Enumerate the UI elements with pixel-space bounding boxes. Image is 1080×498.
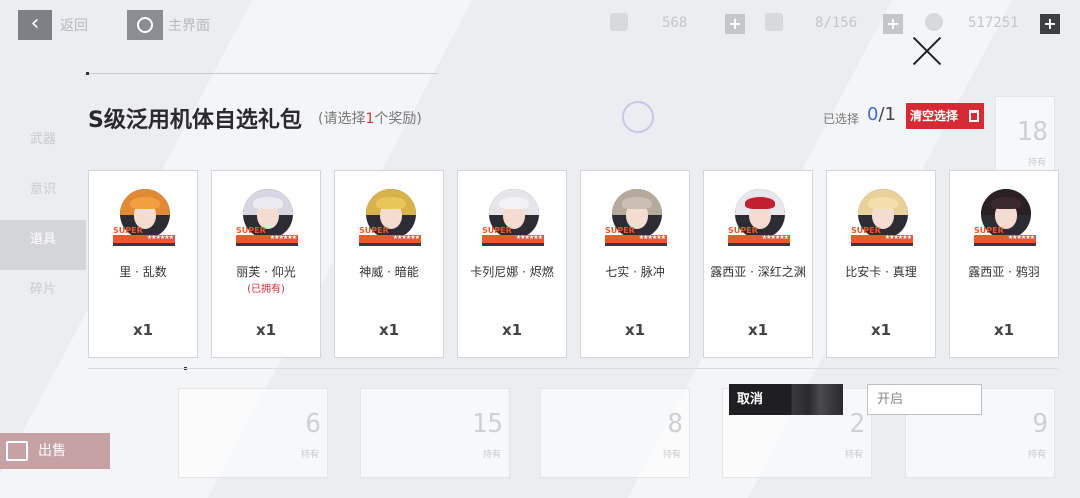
rank-label: SUPER <box>113 226 143 235</box>
rank-underline <box>851 243 913 246</box>
clear-selection-button[interactable]: 清空选择 <box>906 103 984 129</box>
card-quantity: x1 <box>255 321 277 339</box>
reward-card[interactable]: SUPER ★★★★★★ 丽芙 · 仰光 (已拥有) x1 <box>211 170 321 358</box>
card-name: 里 · 乱数 <box>119 265 167 279</box>
rank-tag: SUPER ★★★★★★ <box>605 226 667 246</box>
close-icon[interactable] <box>910 34 944 68</box>
dialog-title: S级泛用机体自选礼包 <box>88 108 302 133</box>
card-name: 露西亚 · 鸦羽 <box>968 265 1040 279</box>
portrait-bang <box>868 197 898 209</box>
rank-label: SUPER <box>605 226 635 235</box>
portrait-bang <box>991 197 1021 209</box>
rank-label: SUPER <box>236 226 266 235</box>
character-avatar: SUPER ★★★★★★ <box>359 189 421 251</box>
card-quantity: x1 <box>501 321 523 339</box>
reward-card[interactable]: SUPER ★★★★★★ 露西亚 · 深红之渊 x1 <box>703 170 813 358</box>
selected-current: 0 <box>867 104 879 125</box>
rank-label: SUPER <box>851 226 881 235</box>
reward-card[interactable]: SUPER ★★★★★★ 卡列尼娜 · 烬燃 x1 <box>457 170 567 358</box>
gift-pack-dialog: S级泛用机体自选礼包 (请选择1个奖励) 已选择 0/1 清空选择 SUPER ★… <box>0 0 1080 498</box>
rank-stars: ★★★★★★ <box>515 234 543 241</box>
rank-tag: SUPER ★★★★★★ <box>851 226 913 246</box>
selected-total: /1 <box>878 104 896 125</box>
card-quantity: x1 <box>624 321 646 339</box>
rank-stars: ★★★★★★ <box>638 234 666 241</box>
rank-label: SUPER <box>728 226 758 235</box>
card-quantity: x1 <box>132 321 154 339</box>
card-name: 丽芙 · 仰光 <box>236 265 296 279</box>
rank-tag: SUPER ★★★★★★ <box>359 226 421 246</box>
rank-tag: SUPER ★★★★★★ <box>728 226 790 246</box>
card-name: 比安卡 · 真理 <box>845 265 917 279</box>
dialog-hint: (请选择1个奖励) <box>318 108 422 128</box>
reward-card-list: SUPER ★★★★★★ 里 · 乱数 x1 SUPER ★★★★★★ 丽芙 · 仰光 (已拥… <box>88 170 1080 358</box>
selected-count: 0/1 <box>867 104 896 125</box>
reward-card[interactable]: SUPER ★★★★★★ 神威 · 暗能 x1 <box>334 170 444 358</box>
rank-label: SUPER <box>974 226 1004 235</box>
reward-card[interactable]: SUPER ★★★★★★ 七实 · 脉冲 x1 <box>580 170 690 358</box>
rank-label: SUPER <box>359 226 389 235</box>
rank-stars: ★★★★★★ <box>392 234 420 241</box>
card-owned-status: (已拥有) <box>247 284 285 295</box>
card-name: 神威 · 暗能 <box>359 265 419 279</box>
rank-tag: SUPER ★★★★★★ <box>236 226 298 246</box>
character-avatar: SUPER ★★★★★★ <box>236 189 298 251</box>
portrait-bang <box>253 197 283 209</box>
portrait-bang <box>622 197 652 209</box>
reward-card[interactable]: SUPER ★★★★★★ 露西亚 · 鸦羽 x1 <box>949 170 1059 358</box>
rank-tag: SUPER ★★★★★★ <box>482 226 544 246</box>
rank-underline <box>605 243 667 246</box>
trash-icon <box>969 110 979 122</box>
card-name: 七实 · 脉冲 <box>605 265 665 279</box>
card-quantity: x1 <box>747 321 769 339</box>
rank-stars: ★★★★★★ <box>1007 234 1035 241</box>
card-name: 露西亚 · 深红之渊 <box>710 265 806 279</box>
portrait-bang <box>745 197 775 209</box>
rank-underline <box>359 243 421 246</box>
character-avatar: SUPER ★★★★★★ <box>113 189 175 251</box>
rank-label: SUPER <box>482 226 512 235</box>
rank-stars: ★★★★★★ <box>761 234 789 241</box>
decorative-dot <box>86 72 89 75</box>
open-label: 开启 <box>877 392 904 407</box>
selected-label: 已选择 <box>823 112 860 126</box>
card-quantity: x1 <box>378 321 400 339</box>
rank-underline <box>728 243 790 246</box>
reward-card[interactable]: SUPER ★★★★★★ 里 · 乱数 x1 <box>88 170 198 358</box>
hint-suffix: 个奖励) <box>374 111 422 127</box>
portrait-bang <box>499 197 529 209</box>
decorative-line <box>88 73 438 74</box>
card-quantity: x1 <box>993 321 1015 339</box>
rank-underline <box>113 243 175 246</box>
cancel-button[interactable]: 取消 <box>729 384 843 415</box>
rank-underline <box>236 243 298 246</box>
dialog-divider <box>88 368 1058 369</box>
rank-underline <box>482 243 544 246</box>
reward-card[interactable]: SUPER ★★★★★★ 比安卡 · 真理 x1 <box>826 170 936 358</box>
open-button[interactable]: 开启 <box>867 384 982 415</box>
rank-stars: ★★★★★★ <box>884 234 912 241</box>
portrait-bang <box>376 197 406 209</box>
portrait-bang <box>130 197 160 209</box>
character-avatar: SUPER ★★★★★★ <box>974 189 1036 251</box>
rank-tag: SUPER ★★★★★★ <box>974 226 1036 246</box>
character-avatar: SUPER ★★★★★★ <box>851 189 913 251</box>
clear-selection-label: 清空选择 <box>910 109 959 123</box>
character-avatar: SUPER ★★★★★★ <box>728 189 790 251</box>
cancel-label: 取消 <box>737 392 764 407</box>
rank-stars: ★★★★★★ <box>146 234 174 241</box>
card-quantity: x1 <box>870 321 892 339</box>
hint-prefix: (请选择 <box>318 111 366 127</box>
card-name: 卡列尼娜 · 烬燃 <box>470 265 554 279</box>
rank-stars: ★★★★★★ <box>269 234 297 241</box>
character-avatar: SUPER ★★★★★★ <box>482 189 544 251</box>
ring-decoration <box>622 101 654 133</box>
character-avatar: SUPER ★★★★★★ <box>605 189 667 251</box>
rank-tag: SUPER ★★★★★★ <box>113 226 175 246</box>
rank-underline <box>974 243 1036 246</box>
